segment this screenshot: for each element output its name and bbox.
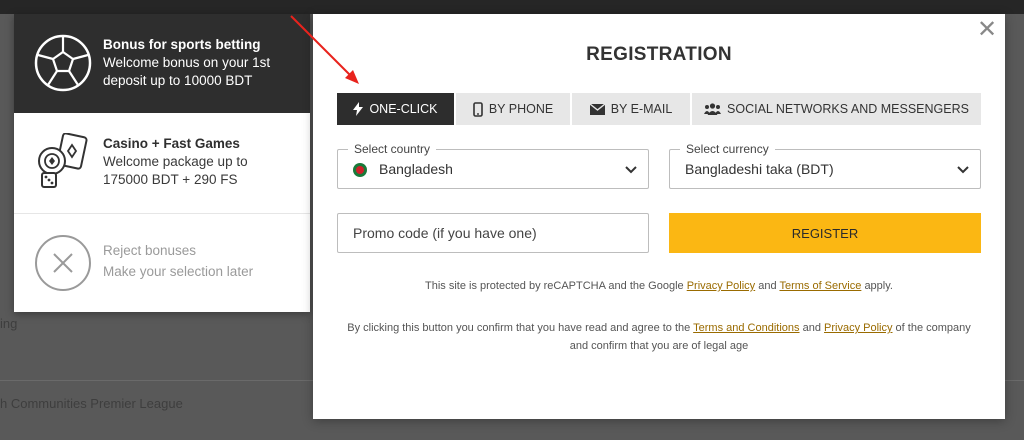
lightning-icon [353,102,364,116]
country-select[interactable]: Select country Bangladesh [337,142,649,189]
modal-title: REGISTRATION [586,44,732,65]
currency-value: Bangladeshi taka (BDT) [685,161,834,177]
bonus-option-casino[interactable]: Casino + Fast Games Welcome package up t… [14,113,310,214]
envelope-icon [589,103,605,115]
currency-label: Select currency [680,142,775,156]
close-icon[interactable]: ✕ [975,18,999,42]
registration-tabs: ONE-CLICK BY PHONE BY E-MAIL SOCIAL NETW… [337,93,981,125]
currency-select[interactable]: Select currency Bangladeshi taka (BDT) [669,142,981,189]
chevron-down-icon [957,166,969,174]
promo-code-input[interactable] [337,213,649,253]
bonus-panel: Bonus for sports betting Welcome bonus o… [14,14,310,312]
bonus-title: Reject bonuses [103,243,197,258]
bonus-description: Welcome bonus on your 1st deposit up to … [103,55,271,88]
bonus-option-sports[interactable]: Bonus for sports betting Welcome bonus o… [14,14,310,113]
bonus-title: Bonus for sports betting [103,37,261,52]
country-value: Bangladesh [379,161,453,177]
registration-modal: ✕ REGISTRATION ONE-CLICK BY PHONE BY E-M… [313,14,1005,419]
background-header [0,0,1024,14]
chevron-down-icon [625,166,637,174]
recaptcha-note: This site is protected by reCAPTCHA and … [337,277,981,295]
soccer-ball-icon [34,34,92,92]
close-circle-icon [35,235,91,291]
consent-and: and [802,322,821,334]
tab-label: BY E-MAIL [610,102,673,116]
background-league-text: h Communities Premier League [0,396,183,411]
consent-note: By clicking this button you confirm that… [337,319,981,355]
recaptcha-suffix: apply. [864,280,893,292]
country-label: Select country [348,142,437,156]
register-button[interactable]: REGISTER [669,213,981,253]
users-icon [704,103,722,115]
tab-by-phone[interactable]: BY PHONE [456,93,572,125]
bonus-description: Make your selection later [103,264,254,279]
privacy-policy-link[interactable]: Privacy Policy [687,280,755,292]
tab-by-email[interactable]: BY E-MAIL [572,93,692,125]
consent-text: By clicking this button you confirm that… [347,322,691,334]
tab-social-networks[interactable]: SOCIAL NETWORKS AND MESSENGERS [692,93,981,125]
recaptcha-text: This site is protected by reCAPTCHA and … [425,280,684,292]
tab-label: SOCIAL NETWORKS AND MESSENGERS [727,102,969,116]
tab-label: BY PHONE [488,102,554,116]
background-text: ing [0,316,18,331]
terms-of-service-link[interactable]: Terms of Service [779,280,861,292]
consent-privacy-policy-link[interactable]: Privacy Policy [824,322,892,334]
tab-one-click[interactable]: ONE-CLICK [337,93,456,125]
bonus-option-reject[interactable]: Reject bonuses Make your selection later [14,214,310,312]
recaptcha-and: and [758,280,777,292]
bangladesh-flag-icon [353,163,367,177]
phone-icon [473,101,483,117]
casino-chips-icon [38,133,88,188]
bonus-description: Welcome package up to 175000 BDT + 290 F… [103,154,248,187]
terms-and-conditions-link[interactable]: Terms and Conditions [693,322,799,334]
tab-label: ONE-CLICK [369,102,438,116]
bonus-title: Casino + Fast Games [103,136,240,151]
